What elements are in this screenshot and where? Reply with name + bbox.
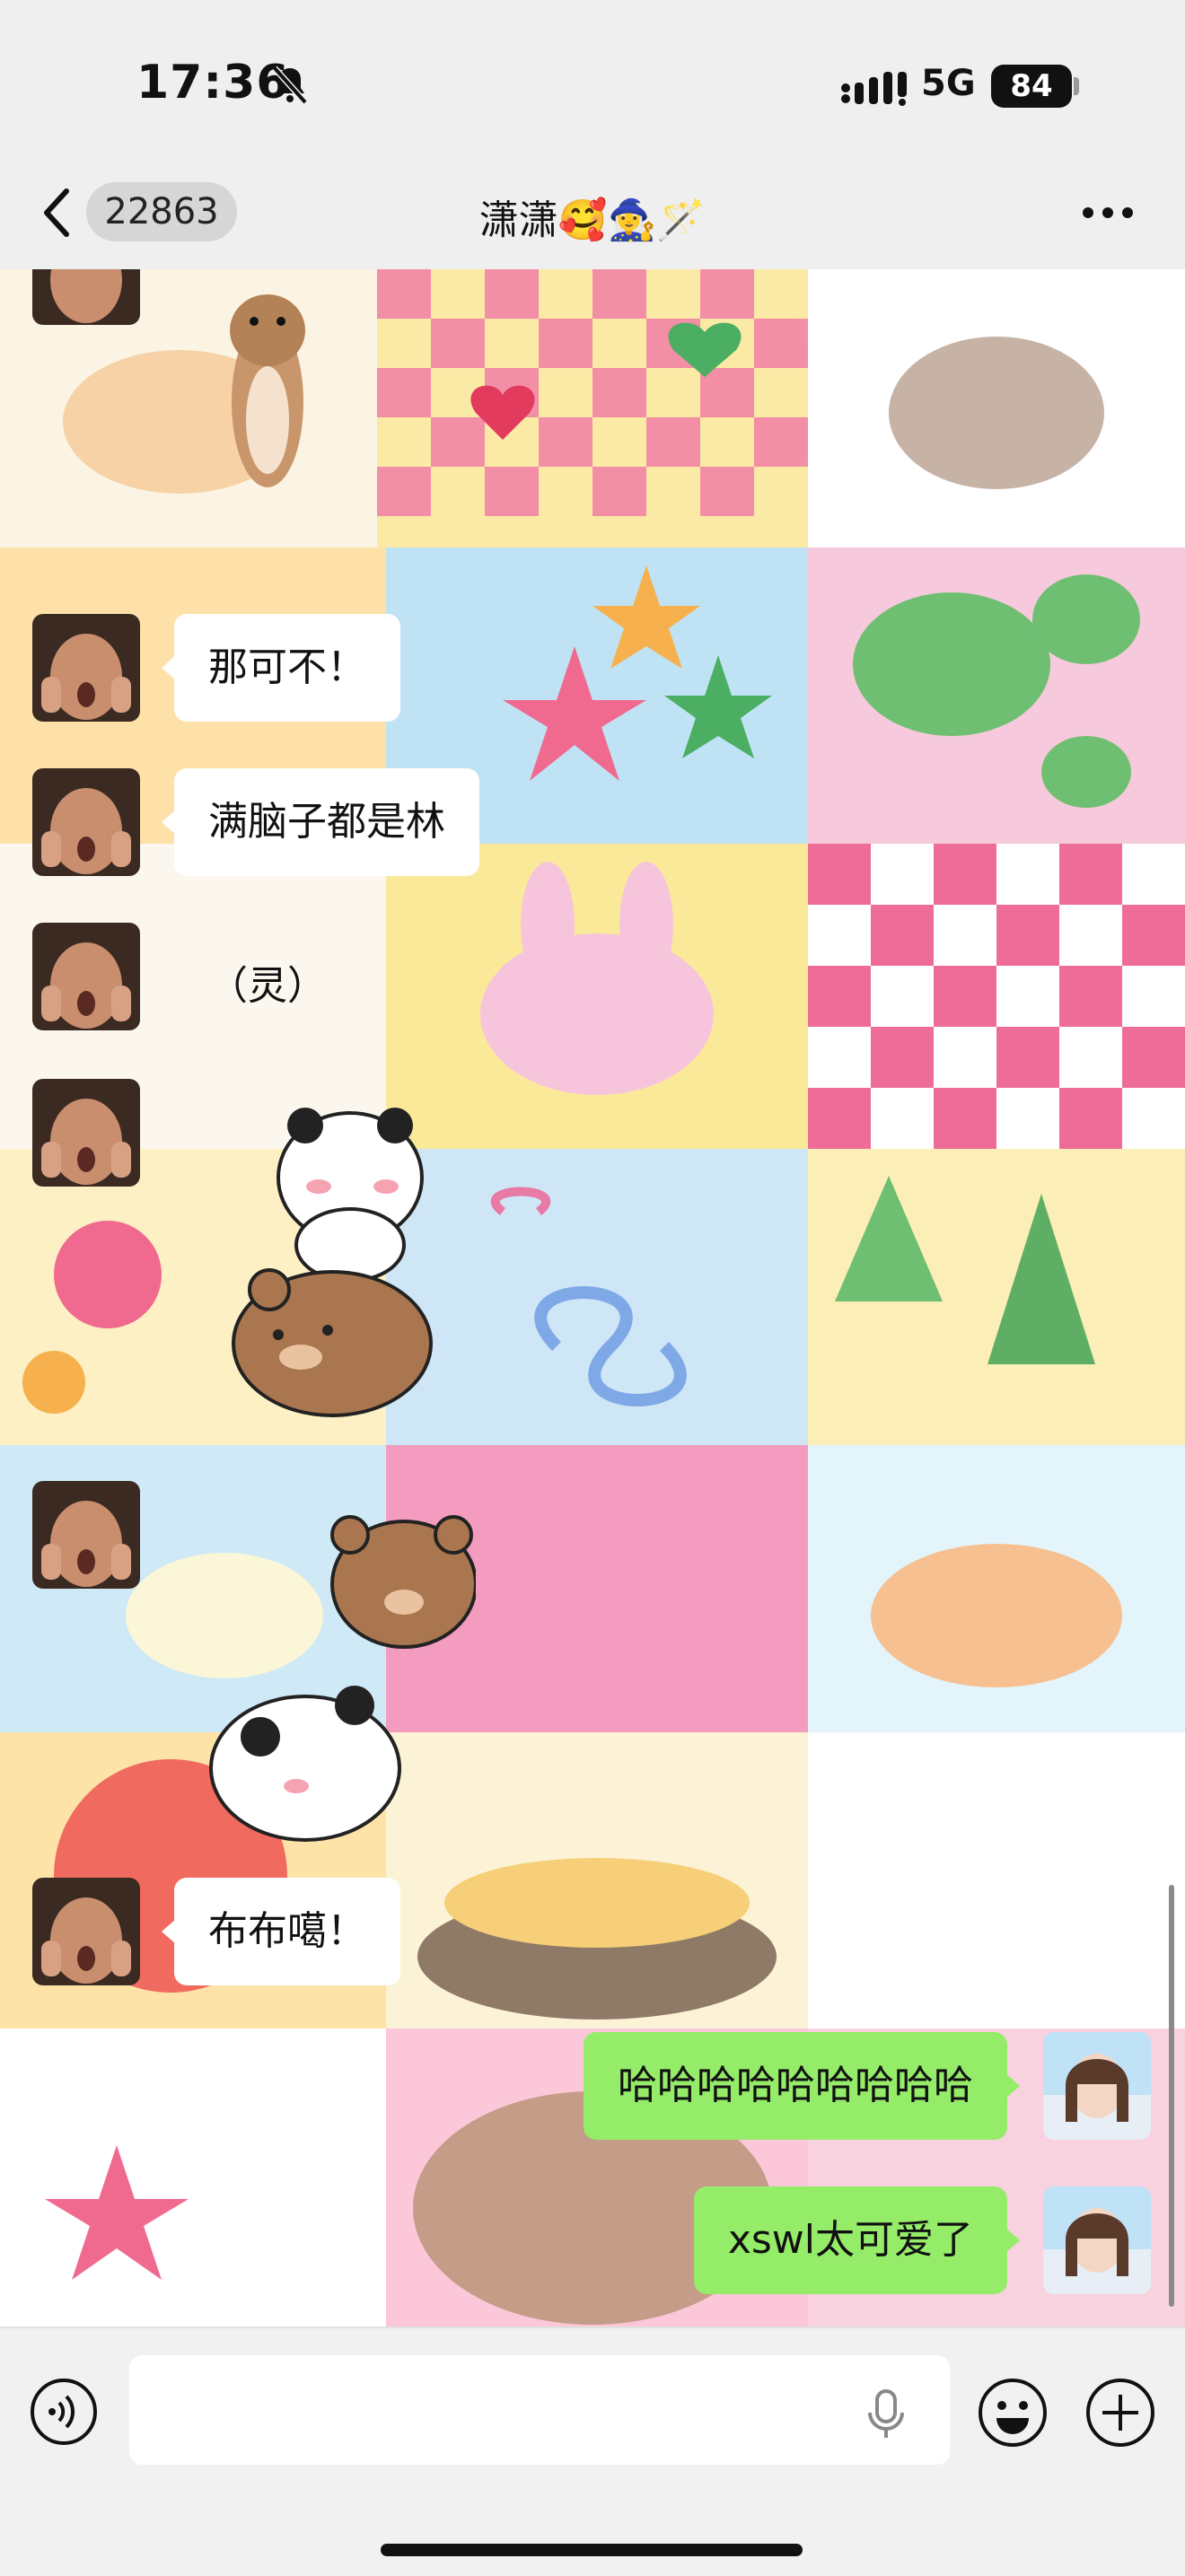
plus-icon[interactable] <box>1084 2377 1156 2449</box>
my-avatar[interactable] <box>1043 2186 1151 2294</box>
contact-avatar[interactable] <box>32 1878 140 1985</box>
outgoing-message[interactable]: xswl太可爱了 <box>693 2186 1021 2294</box>
contact-avatar[interactable] <box>32 923 140 1030</box>
panda-bear-stack-sticker[interactable] <box>215 1097 467 1429</box>
contact-avatar[interactable] <box>32 1481 140 1589</box>
incoming-message[interactable]: （灵） <box>208 953 327 1011</box>
chat-title: 潇潇🥰🧙‍♀️🪄 <box>478 197 707 243</box>
chat-scrollbar[interactable] <box>1169 1885 1174 2307</box>
outgoing-message[interactable]: 哈哈哈哈哈哈哈哈哈 <box>584 2032 1020 2140</box>
chat-header: 22863 潇潇🥰🧙‍♀️🪄 <box>0 157 1185 271</box>
contact-avatar[interactable] <box>32 614 140 722</box>
chat-message-area[interactable]: 那可不！ 满脑子都是林 （灵） 布布噶！ 哈哈哈哈哈哈哈哈哈 xswl太可爱了 <box>0 269 1185 2326</box>
signal-icon <box>841 72 907 106</box>
emoji-icon[interactable] <box>977 2377 1049 2449</box>
my-avatar[interactable] <box>1043 2032 1151 2140</box>
incoming-message[interactable]: 那可不！ <box>162 614 400 722</box>
battery-level: 84 <box>991 65 1072 108</box>
unread-count-badge[interactable]: 22863 <box>86 182 237 241</box>
message-input[interactable] <box>129 2355 950 2465</box>
status-bar: 17:36 5G 84 <box>0 0 1185 157</box>
more-dots-icon[interactable] <box>1081 206 1135 220</box>
back-chevron-icon[interactable] <box>40 186 75 240</box>
mic-icon[interactable] <box>864 2388 908 2441</box>
contact-avatar[interactable] <box>32 768 140 876</box>
status-time: 17:36 <box>136 56 290 110</box>
contact-avatar[interactable] <box>32 269 140 325</box>
hamster-sticker[interactable] <box>214 276 321 501</box>
chat-wallpaper <box>0 269 1185 2326</box>
voice-icon[interactable] <box>29 2377 99 2447</box>
contact-avatar[interactable] <box>32 1079 140 1187</box>
message-input-bar <box>0 2326 1185 2576</box>
battery-tip <box>1074 77 1079 95</box>
network-type: 5G <box>921 63 976 104</box>
incoming-message[interactable]: 布布噶！ <box>162 1878 400 1985</box>
incoming-message[interactable]: 满脑子都是林 <box>162 768 479 876</box>
bear-panda-hug-sticker[interactable] <box>206 1499 476 1858</box>
home-indicator[interactable] <box>381 2544 803 2556</box>
mute-bell-icon <box>272 66 308 105</box>
